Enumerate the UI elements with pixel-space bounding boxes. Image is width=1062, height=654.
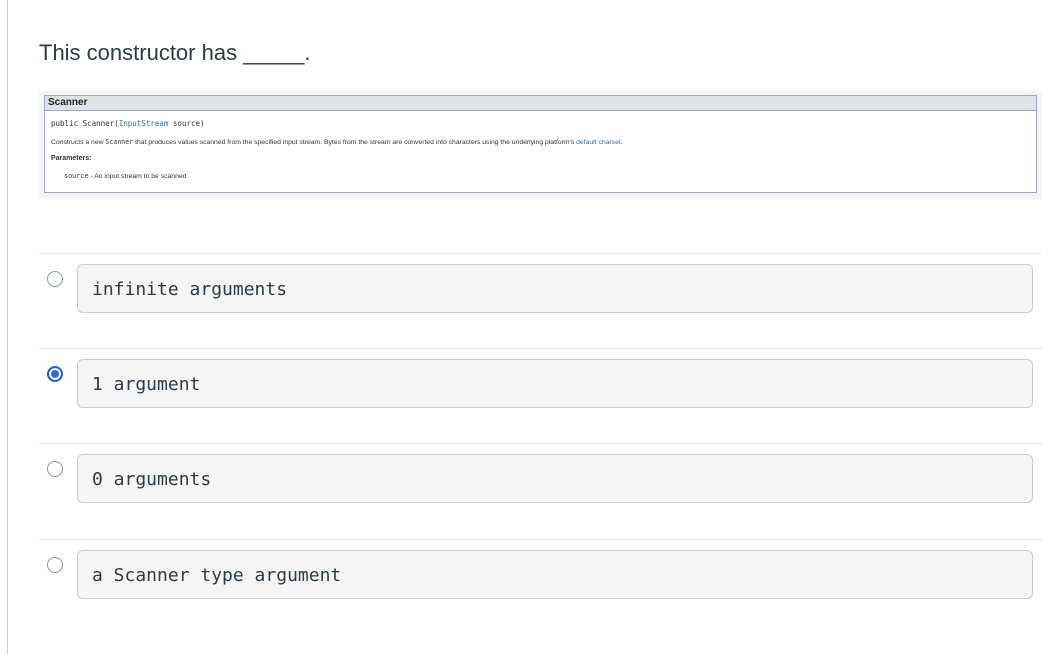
answer-label: infinite arguments (92, 279, 288, 300)
answer-box[interactable]: 0 arguments (77, 454, 1033, 503)
radio-button[interactable] (47, 271, 63, 287)
radio-button[interactable] (47, 461, 63, 477)
signature-type-link: InputStream (118, 119, 169, 128)
radio-button[interactable] (47, 557, 63, 573)
default-charset-link: default charset (576, 139, 621, 146)
signature-suffix: source) (168, 119, 205, 128)
parameters-label: Parameters: (51, 155, 92, 162)
javadoc-box: Scanner public Scanner(InputStream sourc… (44, 95, 1037, 193)
radio-button-selected[interactable] (47, 366, 63, 382)
javadoc-image: Scanner public Scanner(InputStream sourc… (39, 91, 1042, 199)
desc-end: . (620, 139, 623, 146)
answer-label: 1 argument (92, 374, 201, 395)
answer-option[interactable]: 1 argument (39, 348, 1042, 443)
parameter-description: - An input stream to be scanned (88, 173, 187, 180)
signature-prefix: public Scanner( (51, 119, 119, 128)
answer-label: a Scanner type argument (92, 565, 342, 586)
answer-option[interactable]: a Scanner type argument (39, 539, 1042, 634)
answer-option[interactable]: infinite arguments (39, 253, 1042, 348)
answer-box[interactable]: a Scanner type argument (77, 550, 1033, 599)
question-text: This constructor has _____. (39, 40, 311, 65)
left-border-rule (7, 0, 8, 654)
desc-class: Scanner (105, 138, 134, 146)
constructor-description: Constructs a new Scanner that produces v… (51, 138, 623, 146)
parameter-entry: source - An input stream to be scanned (64, 172, 186, 180)
answer-label: 0 arguments (92, 469, 212, 490)
desc-pre: Constructs a new (51, 139, 106, 146)
javadoc-header: Scanner (45, 96, 1036, 111)
constructor-signature: public Scanner(InputStream source) (51, 119, 205, 128)
desc-mid: that produces values scanned from the sp… (133, 139, 577, 146)
parameter-name: source (64, 172, 89, 180)
answer-option[interactable]: 0 arguments (39, 443, 1042, 538)
answer-box[interactable]: infinite arguments (77, 264, 1033, 313)
answer-box[interactable]: 1 argument (77, 359, 1033, 408)
